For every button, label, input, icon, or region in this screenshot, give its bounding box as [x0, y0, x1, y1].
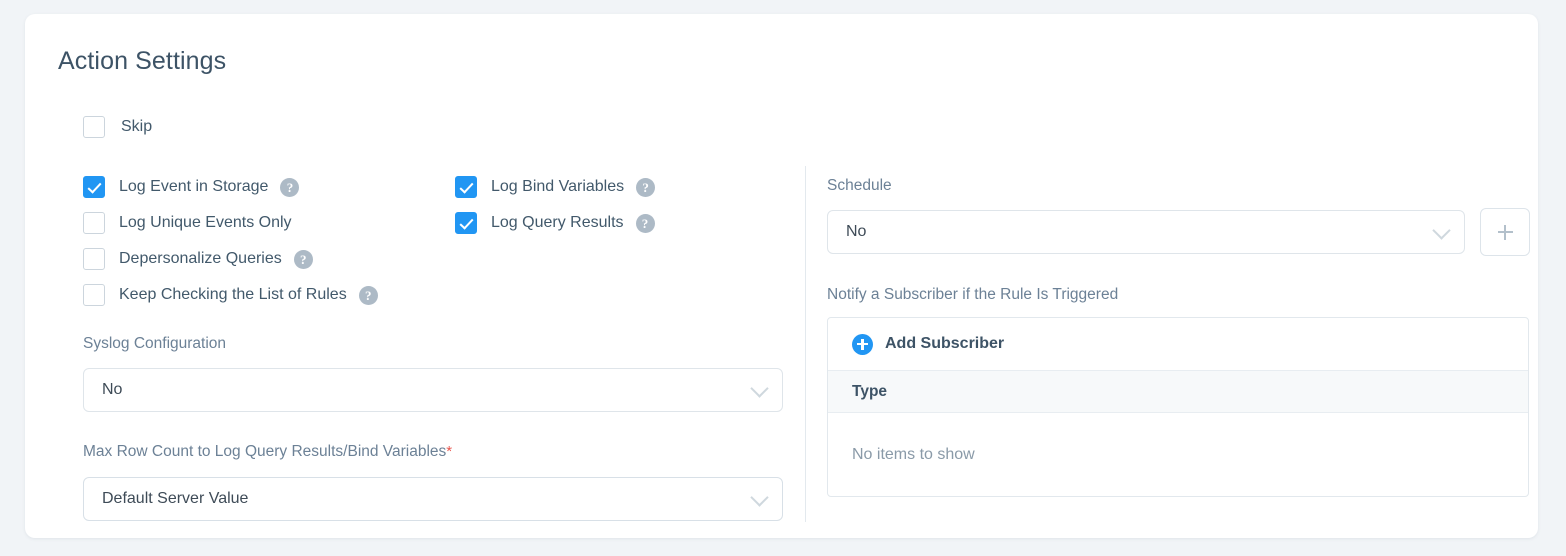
add-subscriber-label: Add Subscriber [885, 335, 1005, 352]
plus-circle-icon [852, 333, 873, 355]
label-max-row-count-text: Max Row Count to Log Query Results/Bind … [83, 443, 447, 460]
checkbox-row-log-unique-events-only[interactable]: Log Unique Events Only [83, 208, 378, 238]
chevron-down-icon [750, 379, 769, 398]
select-value-schedule: No [846, 223, 867, 240]
checkbox-log-query-results[interactable] [455, 212, 477, 234]
help-icon-depersonalize-queries[interactable]: ? [293, 249, 313, 269]
checkbox-row-depersonalize-queries[interactable]: Depersonalize Queries ? [83, 244, 378, 274]
label-schedule: Schedule [827, 177, 892, 194]
checkbox-row-log-query-results[interactable]: Log Query Results ? [455, 208, 655, 238]
checkbox-column-right: Log Bind Variables ? Log Query Results ? [455, 172, 656, 244]
checkbox-log-event-in-storage[interactable] [83, 176, 105, 198]
select-schedule[interactable]: No [827, 210, 1465, 254]
help-icon-log-bind-variables[interactable]: ? [636, 177, 656, 197]
checkbox-label-log-unique-events-only: Log Unique Events Only [119, 214, 292, 231]
checkbox-label-skip: Skip [121, 118, 153, 135]
select-max-row-count[interactable]: Default Server Value [83, 477, 783, 521]
add-schedule-button[interactable] [1480, 208, 1530, 256]
checkbox-label-log-query-results: Log Query Results [491, 214, 624, 231]
action-settings-card: Action Settings Skip Log Event in Storag… [25, 14, 1538, 538]
page-title: Action Settings [58, 47, 227, 75]
checkbox-label-log-bind-variables: Log Bind Variables [491, 178, 625, 195]
checkbox-label-log-event-in-storage: Log Event in Storage [119, 178, 269, 195]
chevron-down-icon [1432, 221, 1451, 240]
checkbox-skip[interactable] [83, 116, 105, 138]
subscriber-panel: Add Subscriber Type No items to show [827, 317, 1529, 497]
checkbox-row-keep-checking-the-list-of-rules[interactable]: Keep Checking the List of Rules ? [83, 280, 378, 310]
checkbox-column-left: Log Event in Storage ? Log Unique Events… [83, 172, 378, 316]
label-syslog-configuration: Syslog Configuration [83, 335, 227, 352]
subscriber-table-header: Type [828, 371, 1528, 413]
checkbox-row-skip[interactable]: Skip [83, 112, 152, 142]
checkbox-log-unique-events-only[interactable] [83, 212, 105, 234]
checkbox-label-depersonalize-queries: Depersonalize Queries [119, 250, 282, 267]
required-asterisk: * [446, 443, 453, 460]
help-icon-keep-checking-the-list-of-rules[interactable]: ? [358, 285, 378, 305]
column-divider [805, 166, 806, 522]
chevron-down-icon [750, 488, 769, 507]
add-subscriber-button[interactable]: Add Subscriber [828, 318, 1528, 371]
checkbox-depersonalize-queries[interactable] [83, 248, 105, 270]
select-value-max-row-count: Default Server Value [102, 490, 249, 507]
help-icon-log-query-results[interactable]: ? [635, 213, 655, 233]
label-max-row-count: Max Row Count to Log Query Results/Bind … [83, 443, 452, 461]
checkbox-row-log-event-in-storage[interactable]: Log Event in Storage ? [83, 172, 378, 202]
select-syslog-configuration[interactable]: No [83, 368, 783, 412]
checkbox-log-bind-variables[interactable] [455, 176, 477, 198]
checkbox-row-log-bind-variables[interactable]: Log Bind Variables ? [455, 172, 656, 202]
select-value-syslog-configuration: No [102, 381, 123, 398]
help-icon-log-event-in-storage[interactable]: ? [280, 177, 300, 197]
column-header-type: Type [852, 382, 888, 400]
checkbox-keep-checking-the-list-of-rules[interactable] [83, 284, 105, 306]
label-notify-subscriber: Notify a Subscriber if the Rule Is Trigg… [827, 286, 1119, 303]
checkbox-label-keep-checking-the-list-of-rules: Keep Checking the List of Rules [119, 286, 347, 303]
empty-state-text: No items to show [852, 446, 975, 463]
subscriber-table-empty-row: No items to show [828, 413, 1528, 496]
